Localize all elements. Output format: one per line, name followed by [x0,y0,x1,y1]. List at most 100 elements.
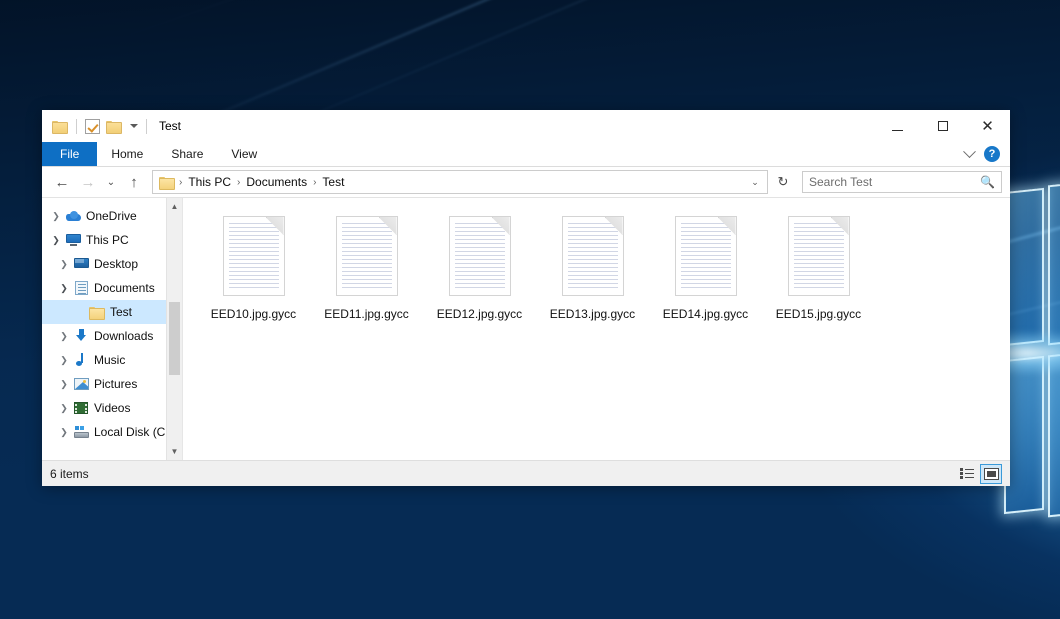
tab-file[interactable]: File [42,142,97,166]
new-folder-icon[interactable] [106,120,122,133]
toolbar-divider [76,119,77,134]
search-box[interactable]: Search Test 🔍 [802,171,1002,193]
windows-logo-pane [1048,179,1060,346]
file-name: EED10.jpg.gycc [208,306,299,322]
file-name: EED12.jpg.gycc [434,306,525,322]
sidebar-item-label: Test [110,305,132,319]
onedrive-icon [64,211,82,221]
scroll-up-icon[interactable]: ▲ [167,198,183,215]
toolbar-divider [146,119,147,134]
chevron-down-icon[interactable]: ❯ [48,235,64,246]
details-view-button[interactable] [956,464,978,484]
file-list-view[interactable]: EED10.jpg.gycc EED11.jpg.gycc EED12.jpg.… [183,198,1010,460]
maximize-button[interactable] [920,110,965,142]
scrollbar-track[interactable] [167,215,182,443]
windows-logo-pane [1004,188,1044,346]
chevron-right-icon[interactable]: ❯ [56,403,72,414]
chevron-right-icon[interactable]: ❯ [56,355,72,366]
explorer-body: ❯ OneDrive ❯ This PC ❯ Desktop [42,197,1010,460]
sidebar-item-this-pc[interactable]: ❯ This PC [42,228,182,252]
back-button[interactable]: ← [50,170,74,194]
file-item[interactable]: EED14.jpg.gycc [649,210,762,326]
sidebar-item-label: Videos [94,401,130,415]
scrollbar-thumb[interactable] [169,302,180,375]
window-controls: ✕ [875,110,1010,142]
sidebar-item-label: Music [94,353,125,367]
chevron-right-icon[interactable]: ❯ [56,259,72,270]
status-bar: 6 items [42,460,1010,486]
breadcrumb-item-documents[interactable]: Documents [242,174,311,190]
chevron-down-icon[interactable] [963,145,976,158]
videos-icon [72,402,90,414]
up-button[interactable]: ↑ [122,170,146,194]
music-icon [72,353,90,367]
sidebar-item-pictures[interactable]: ❯ Pictures [42,372,182,396]
file-item[interactable]: EED15.jpg.gycc [762,210,875,326]
navigation-pane: ❯ OneDrive ❯ This PC ❯ Desktop [42,198,183,460]
chevron-right-icon[interactable]: ❯ [48,211,64,222]
tab-view[interactable]: View [217,142,271,166]
file-name: EED14.jpg.gycc [660,306,751,322]
search-icon[interactable]: 🔍 [980,175,995,189]
sidebar-item-documents[interactable]: ❯ Documents [42,276,182,300]
disk-icon [72,426,90,438]
refresh-button[interactable]: ↻ [772,171,794,193]
forward-button[interactable]: → [76,170,100,194]
file-item[interactable]: EED12.jpg.gycc [423,210,536,326]
sidebar-item-onedrive[interactable]: ❯ OneDrive [42,204,182,228]
tab-home[interactable]: Home [97,142,157,166]
sidebar-item-local-disk-c[interactable]: ❯ Local Disk (C:) [42,420,182,444]
ribbon-spacer [271,142,965,166]
sidebar-item-label: Desktop [94,257,138,271]
chevron-down-icon[interactable]: ❯ [56,283,72,294]
generic-document-icon [217,214,291,300]
item-count-label: 6 items [50,467,89,481]
breadcrumb-separator: › [178,177,183,188]
window-title: Test [159,119,181,133]
address-bar: ← → ⌄ ↑ › This PC › Documents › Test ⌄ ↻… [42,167,1010,197]
address-dropdown-icon[interactable]: ⌄ [747,177,763,188]
folder-icon [159,176,175,189]
search-input[interactable]: Search Test [809,175,980,189]
breadcrumb-item-this-pc[interactable]: This PC [184,174,235,190]
file-item[interactable]: EED13.jpg.gycc [536,210,649,326]
ribbon-tab-bar: File Home Share View ? [42,142,1010,167]
sidebar-item-label: Pictures [94,377,137,391]
sidebar-item-test[interactable]: ❯ Test [42,300,182,324]
breadcrumb-separator: › [236,177,241,188]
sidebar-item-label: OneDrive [86,209,137,223]
recent-locations-button[interactable]: ⌄ [102,170,120,194]
sidebar-item-music[interactable]: ❯ Music [42,348,182,372]
scroll-down-icon[interactable]: ▼ [167,443,183,460]
sidebar-item-label: Local Disk (C:) [94,425,173,439]
sidebar-item-downloads[interactable]: ❯ Downloads [42,324,182,348]
generic-document-icon [443,214,517,300]
large-icons-view-button[interactable] [980,464,1002,484]
downloads-icon [72,329,90,343]
address-field[interactable]: › This PC › Documents › Test ⌄ [152,170,768,194]
tab-share[interactable]: Share [157,142,217,166]
sidebar-item-label: Documents [94,281,155,295]
sidebar-item-desktop[interactable]: ❯ Desktop [42,252,182,276]
customize-dropdown-icon[interactable] [130,124,138,128]
windows-logo-pane [1004,356,1044,514]
generic-document-icon [330,214,404,300]
properties-checkbox-icon[interactable] [85,119,100,134]
view-mode-buttons [956,464,1002,484]
pictures-icon [72,378,90,390]
file-item[interactable]: EED10.jpg.gycc [197,210,310,326]
folder-icon[interactable] [52,120,68,133]
breadcrumb-item-test[interactable]: Test [318,174,348,190]
sidebar-scrollbar[interactable]: ▲ ▼ [166,198,182,460]
chevron-right-icon[interactable]: ❯ [56,427,72,438]
minimize-button[interactable] [875,110,920,142]
sidebar-item-videos[interactable]: ❯ Videos [42,396,182,420]
chevron-right-icon[interactable]: ❯ [56,331,72,342]
folder-tree: ❯ OneDrive ❯ This PC ❯ Desktop [42,198,182,444]
help-icon[interactable]: ? [984,146,1000,162]
chevron-right-icon[interactable]: ❯ [56,379,72,390]
file-item[interactable]: EED11.jpg.gycc [310,210,423,326]
close-button[interactable]: ✕ [965,110,1010,142]
breadcrumb-separator: › [312,177,317,188]
documents-icon [72,281,90,295]
